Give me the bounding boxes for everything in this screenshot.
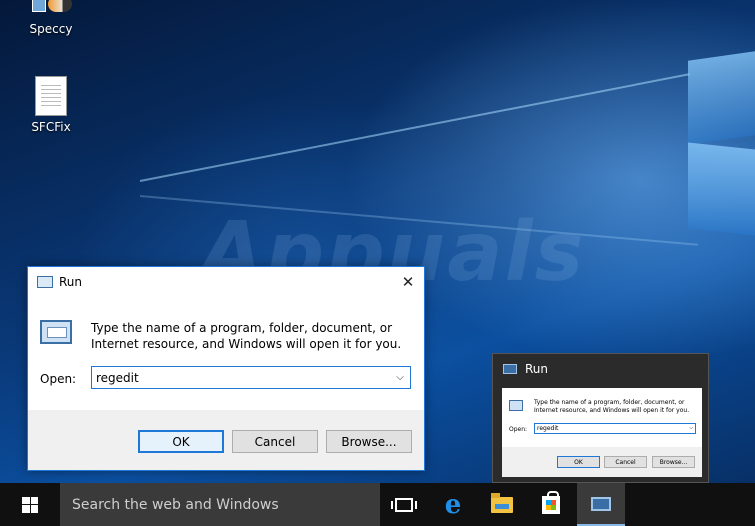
thumbnail-ok-button: OK (557, 456, 600, 468)
edge-icon: e (444, 489, 462, 520)
taskbar: Search the web and Windows e (0, 483, 755, 526)
thumbnail-titlebar: Run (493, 354, 708, 384)
start-button[interactable] (0, 483, 60, 526)
document-icon (35, 76, 67, 116)
open-combobox[interactable]: regedit ⌵ (91, 366, 411, 389)
desktop-icon-speccy[interactable]: Speccy (16, 0, 86, 36)
windows-logo-pane (688, 51, 755, 145)
desktop-icon-label: SFCFix (31, 120, 71, 134)
task-view-button[interactable] (380, 483, 428, 526)
run-taskbar-button[interactable] (577, 483, 625, 526)
thumbnail-title: Run (525, 362, 549, 376)
thumbnail-browse-button: Browse... (652, 456, 695, 468)
thumbnail-cancel-button: Cancel (604, 456, 647, 468)
store-icon (542, 490, 560, 514)
task-view-icon (391, 497, 417, 512)
windows-logo-pane (688, 142, 755, 236)
open-input[interactable]: regedit (96, 371, 139, 385)
windows-logo-icon (22, 496, 38, 513)
file-explorer-icon (491, 492, 513, 513)
close-icon: ✕ (401, 273, 415, 291)
speccy-icon (28, 0, 74, 18)
run-icon (503, 364, 517, 374)
cancel-button[interactable]: Cancel (232, 430, 318, 453)
run-icon (37, 276, 53, 288)
taskbar-thumbnail-preview[interactable]: Run Type the name of a program, folder, … (492, 353, 709, 483)
run-footer: OK Cancel Browse... (28, 410, 424, 470)
thumbnail-open-field: regedit ⌵ (534, 423, 696, 434)
open-label: Open: (40, 372, 77, 386)
browse-button[interactable]: Browse... (326, 430, 412, 453)
run-icon (509, 400, 523, 411)
ok-button[interactable]: OK (138, 430, 224, 453)
thumbnail-open-label: Open: (509, 426, 528, 433)
chevron-down-icon[interactable]: ⌵ (390, 372, 410, 383)
light-beam (139, 73, 690, 182)
run-title: Run (59, 275, 83, 289)
thumbnail-dialog-preview: Type the name of a program, folder, docu… (502, 388, 702, 477)
desktop-icon-sfcfix[interactable]: SFCFix (16, 76, 86, 134)
edge-button[interactable]: e (429, 483, 477, 526)
file-explorer-button[interactable] (478, 483, 526, 526)
search-placeholder: Search the web and Windows (72, 496, 279, 513)
run-body: Type the name of a program, folder, docu… (28, 297, 424, 410)
run-icon (591, 496, 611, 511)
run-large-icon (40, 320, 72, 344)
run-dialog: Run ✕ Type the name of a program, folder… (27, 266, 425, 471)
thumbnail-footer: OK Cancel Browse... (502, 447, 702, 477)
thumbnail-open-value: regedit (537, 425, 559, 432)
run-description: Type the name of a program, folder, docu… (91, 321, 402, 351)
search-box[interactable]: Search the web and Windows (60, 483, 380, 526)
run-titlebar[interactable]: Run ✕ (28, 267, 424, 297)
thumbnail-description: Type the name of a program, folder, docu… (534, 399, 690, 414)
store-button[interactable] (527, 483, 575, 526)
desktop-icon-label: Speccy (29, 22, 73, 36)
chevron-down-icon: ⌵ (689, 425, 693, 431)
close-button[interactable]: ✕ (392, 267, 424, 297)
